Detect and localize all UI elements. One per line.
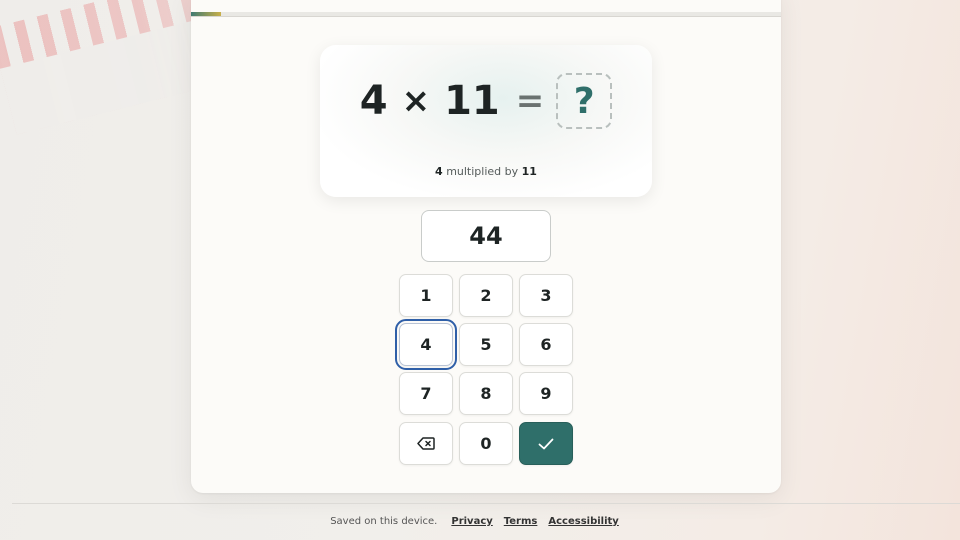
key-6[interactable]: 6 (519, 323, 573, 366)
accessibility-link[interactable]: Accessibility (548, 516, 618, 527)
backspace-icon (417, 437, 435, 450)
answer-input[interactable]: 44 (421, 210, 551, 262)
progress-bar (191, 12, 781, 17)
progress-bar-fill (191, 12, 221, 16)
key-7[interactable]: 7 (399, 372, 453, 415)
operand-a: 4 (359, 78, 388, 124)
check-icon (538, 438, 554, 449)
key-8[interactable]: 8 (459, 372, 513, 415)
key-1[interactable]: 1 (399, 274, 453, 317)
submit-button[interactable] (519, 422, 573, 465)
answer-placeholder: ? (556, 73, 613, 129)
footer: Saved on this device. Privacy Terms Acce… (0, 516, 960, 527)
question-caption: 4 multiplied by 11 (320, 165, 652, 178)
saved-status: Saved on this device. (330, 516, 438, 527)
backspace-button[interactable] (399, 422, 453, 465)
caption-operand-b: 11 (521, 165, 537, 178)
quiz-panel: 4 × 11 = ? 4 multiplied by 11 44 1 2 3 4… (191, 0, 781, 493)
operand-b: 11 (444, 78, 500, 124)
multiply-sign: × (401, 81, 431, 121)
equation: 4 × 11 = ? (320, 71, 652, 131)
caption-text: multiplied by (446, 165, 519, 178)
key-3[interactable]: 3 (519, 274, 573, 317)
caption-operand-a: 4 (435, 165, 443, 178)
footer-divider (12, 503, 960, 504)
key-5[interactable]: 5 (459, 323, 513, 366)
equals-sign: = (515, 81, 545, 121)
question-card: 4 × 11 = ? 4 multiplied by 11 (320, 45, 652, 197)
key-4[interactable]: 4 (395, 319, 457, 370)
terms-link[interactable]: Terms (504, 516, 538, 527)
key-9[interactable]: 9 (519, 372, 573, 415)
privacy-link[interactable]: Privacy (451, 516, 492, 527)
key-0[interactable]: 0 (459, 422, 513, 465)
background-stripes-decoration (0, 0, 226, 157)
key-2[interactable]: 2 (459, 274, 513, 317)
